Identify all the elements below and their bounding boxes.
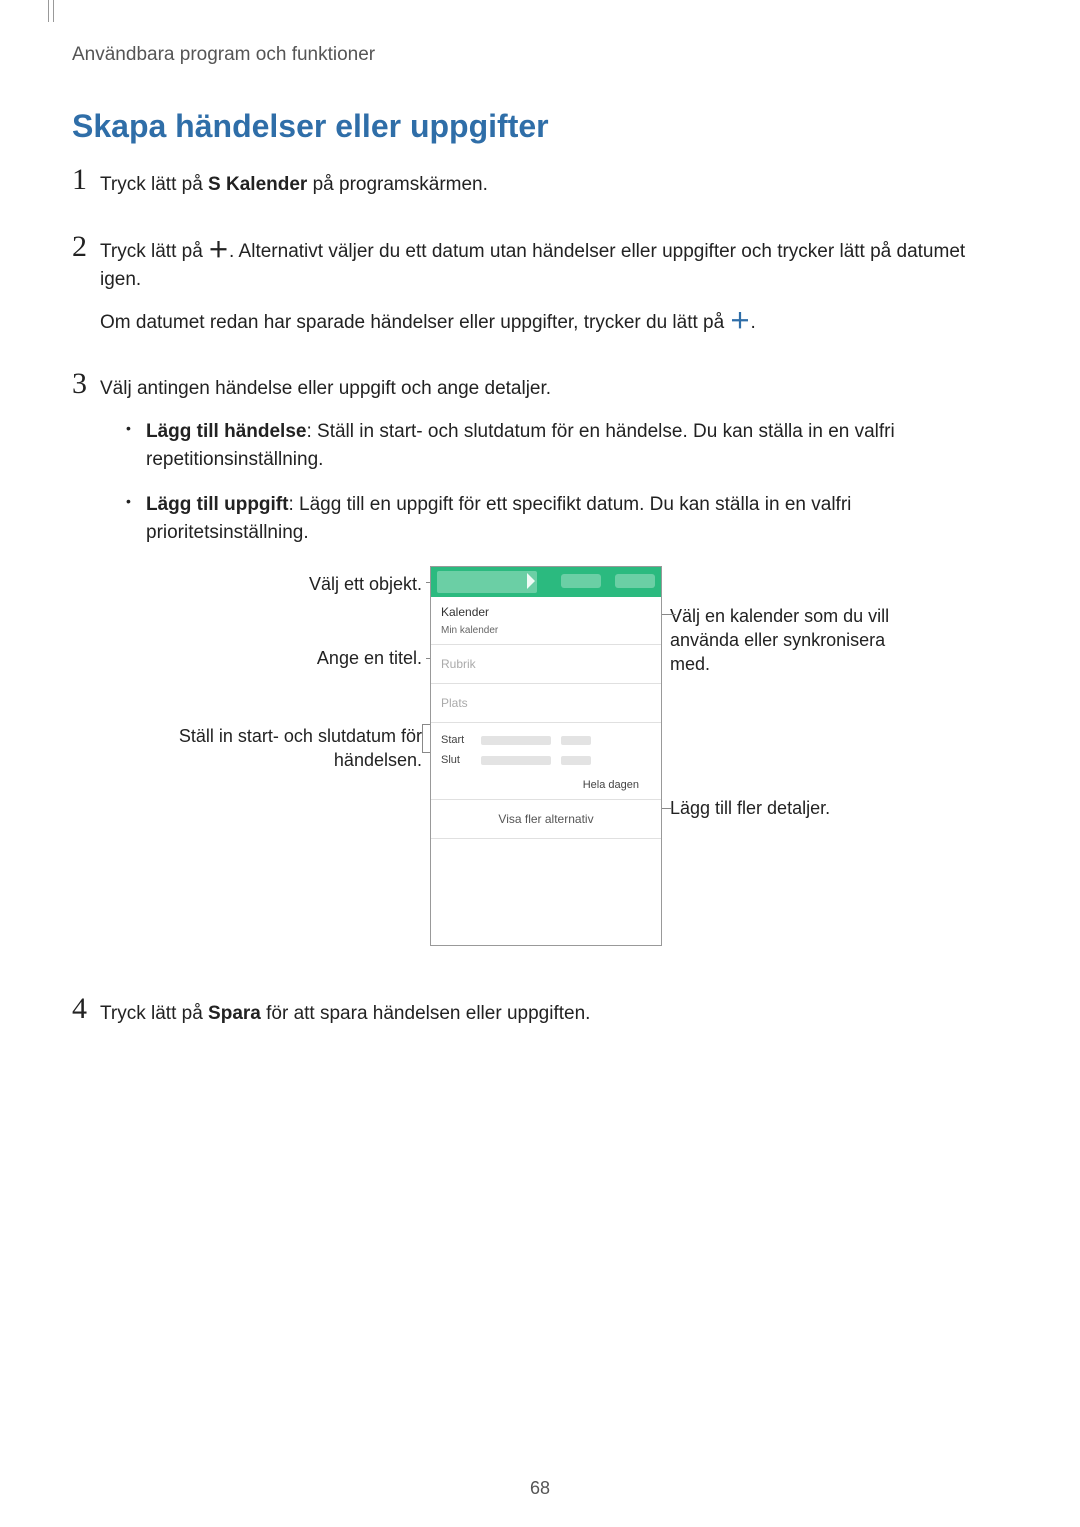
bracket-line bbox=[422, 724, 423, 752]
bullet-event: Lägg till händelse: Ställ in start- och … bbox=[146, 418, 1000, 475]
phone-dates-section: Start Slut Hela dagen bbox=[431, 723, 661, 801]
step-4: 4 Tryck lätt på Spara för att spara händ… bbox=[72, 994, 1000, 1043]
leader-line bbox=[662, 614, 676, 615]
phone-title-input: Rubrik bbox=[431, 645, 661, 684]
callout-more-details: Lägg till fler detaljer. bbox=[670, 796, 830, 820]
blurred-time bbox=[561, 736, 591, 745]
leader-line bbox=[422, 724, 430, 725]
tab-save bbox=[615, 574, 655, 588]
step-number: 3 bbox=[72, 369, 100, 976]
section-title: Skapa händelser eller uppgifter bbox=[72, 108, 549, 145]
step-4-text: Tryck lätt på Spara för att spara händel… bbox=[100, 1000, 1000, 1029]
event-form-diagram: Välj ett objekt. Ange en titel. Ställ in… bbox=[150, 566, 950, 946]
step-3: 3 Välj antingen händelse eller uppgift o… bbox=[72, 369, 1000, 976]
bullet-task: Lägg till uppgift: Lägg till en uppgift … bbox=[146, 491, 1000, 548]
step-1: 1 Tryck lätt på S Kalender på programskä… bbox=[72, 165, 1000, 214]
leader-line bbox=[422, 752, 430, 753]
step-3-intro: Välj antingen händelse eller uppgift och… bbox=[100, 375, 1000, 404]
step-2-line-2: Om datumet redan har sparade händelser e… bbox=[100, 309, 1000, 338]
phone-calendar-label: Kalender bbox=[441, 603, 651, 621]
tab-event-active bbox=[437, 571, 537, 593]
page-number: 68 bbox=[0, 1478, 1080, 1499]
page-header: Användbara program och funktioner bbox=[72, 44, 375, 66]
phone-allday-row: Hela dagen bbox=[441, 771, 651, 800]
phone-place-input: Plats bbox=[431, 684, 661, 723]
callout-enter-title: Ange en titel. bbox=[317, 646, 422, 670]
blurred-date bbox=[481, 756, 551, 765]
phone-tab-bar bbox=[431, 567, 661, 597]
step-number: 2 bbox=[72, 232, 100, 352]
callout-select-item: Välj ett objekt. bbox=[309, 572, 422, 596]
step-2: 2 Tryck lätt på ＋. Alternativt väljer du… bbox=[72, 232, 1000, 352]
step-number: 1 bbox=[72, 165, 100, 214]
phone-start-row: Start bbox=[441, 731, 651, 751]
step-number: 4 bbox=[72, 994, 100, 1043]
plus-icon: ＋ bbox=[729, 316, 750, 329]
callout-set-dates: Ställ in start- och slutdatum för händel… bbox=[167, 724, 422, 773]
pencil-icon bbox=[527, 573, 543, 589]
plus-icon: ＋ bbox=[208, 245, 229, 258]
numbered-steps: 1 Tryck lätt på S Kalender på programskä… bbox=[72, 165, 1000, 1060]
phone-mockup: Kalender Min kalender Rubrik Plats Start… bbox=[430, 566, 662, 946]
blurred-time bbox=[561, 756, 591, 765]
phone-calendar-sub: Min kalender bbox=[441, 623, 651, 638]
phone-calendar-row: Kalender Min kalender bbox=[431, 597, 661, 645]
phone-end-row: Slut bbox=[441, 751, 651, 771]
callout-choose-calendar: Välj en kalender som du vill använda ell… bbox=[670, 604, 930, 677]
page-tab-indicator bbox=[48, 0, 54, 22]
blurred-date bbox=[481, 736, 551, 745]
phone-more-options: Visa fler alternativ bbox=[431, 800, 661, 839]
step-1-text: Tryck lätt på S Kalender på programskärm… bbox=[100, 171, 1000, 200]
tab-cancel bbox=[561, 574, 601, 588]
step-2-line-1: Tryck lätt på ＋. Alternativt väljer du e… bbox=[100, 238, 1000, 295]
